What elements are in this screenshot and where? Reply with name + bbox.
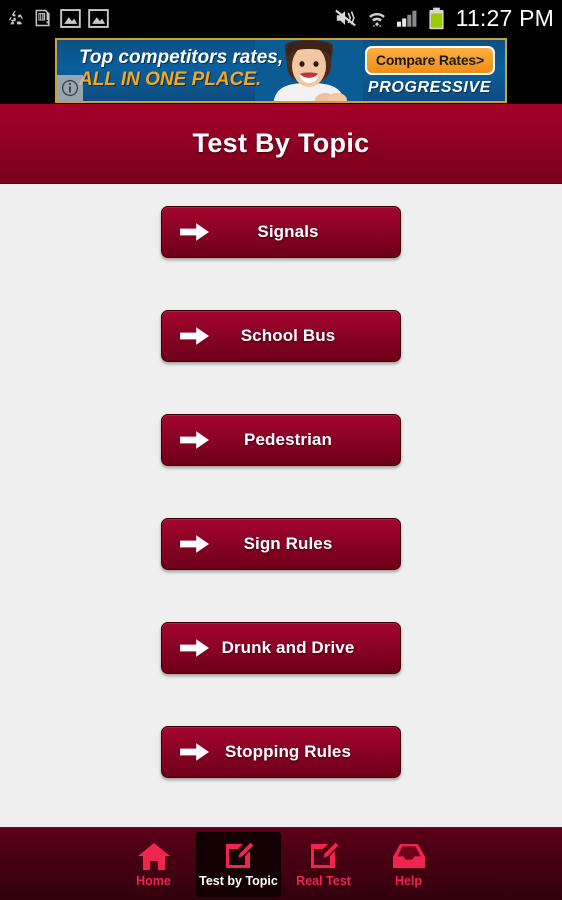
app-header: Test By Topic [0, 104, 562, 184]
tab-test-by-topic[interactable]: Test by Topic [196, 832, 281, 897]
arrow-right-icon [180, 533, 210, 555]
topic-button-sign-rules[interactable]: Sign Rules [161, 518, 401, 570]
advertisement-banner[interactable]: Top competitors rates, ALL IN ONE PLACE.… [55, 37, 507, 103]
arrow-right-icon [180, 221, 210, 243]
status-bar-right-icons: 11:27 PM [334, 4, 554, 31]
tab-label-home: Home [136, 874, 171, 888]
edit-square-icon [308, 841, 340, 871]
edit-square-icon [223, 841, 255, 871]
arrow-right-icon [180, 429, 210, 451]
tab-home[interactable]: Home [111, 832, 196, 897]
ad-info-icon[interactable] [57, 74, 83, 101]
ad-brand-logo: PROGRESSIVE [367, 78, 491, 96]
topic-button-pedestrian[interactable]: Pedestrian [161, 414, 401, 466]
image-saved-icon [60, 8, 81, 28]
inbox-tray-icon [392, 841, 426, 871]
status-bar: 11:27 PM [0, 0, 562, 36]
image-saved-icon-2 [88, 8, 109, 28]
vibrate-mute-icon [334, 7, 358, 29]
ad-compare-rates-button[interactable]: Compare Rates> [364, 45, 495, 75]
page-title: Test By Topic [192, 128, 370, 158]
app-screen: 11:27 PM Top competitors rates, ALL IN O… [0, 0, 562, 900]
home-icon [137, 841, 171, 871]
recycle-icon [6, 8, 26, 28]
arrow-right-icon [180, 325, 210, 347]
advertisement-region: Top competitors rates, ALL IN ONE PLACE.… [0, 36, 562, 104]
tab-label-help: Help [394, 874, 423, 888]
topic-list: Signals School Bus Pedestrian Sign Rules… [0, 184, 562, 827]
wifi-icon [366, 7, 388, 29]
ad-headline-line1: Top competitors rates, [79, 46, 284, 68]
status-bar-left-icons [6, 8, 109, 28]
topic-button-stopping-rules[interactable]: Stopping Rules [161, 726, 401, 778]
cell-signal-icon [396, 7, 420, 29]
tab-label-real-test: Real Test [296, 874, 351, 888]
topic-button-drunk-and-drive[interactable]: Drunk and Drive [161, 622, 401, 674]
ad-headline: Top competitors rates, ALL IN ONE PLACE. [79, 46, 284, 91]
arrow-right-icon [180, 741, 210, 763]
battery-icon [428, 7, 445, 30]
ad-headline-line2: ALL IN ONE PLACE. [79, 69, 262, 91]
tab-help[interactable]: Help [366, 832, 451, 897]
tab-label-test-by-topic: Test by Topic [199, 874, 278, 888]
topic-button-signals[interactable]: Signals [161, 206, 401, 258]
bottom-tab-bar: Home Test by Topic Real Test Help [0, 827, 562, 900]
sd-card-warning-icon [33, 8, 53, 28]
topic-button-school-bus[interactable]: School Bus [161, 310, 401, 362]
status-bar-clock: 11:27 PM [455, 4, 554, 31]
tab-real-test[interactable]: Real Test [281, 832, 366, 897]
arrow-right-icon [180, 637, 210, 659]
